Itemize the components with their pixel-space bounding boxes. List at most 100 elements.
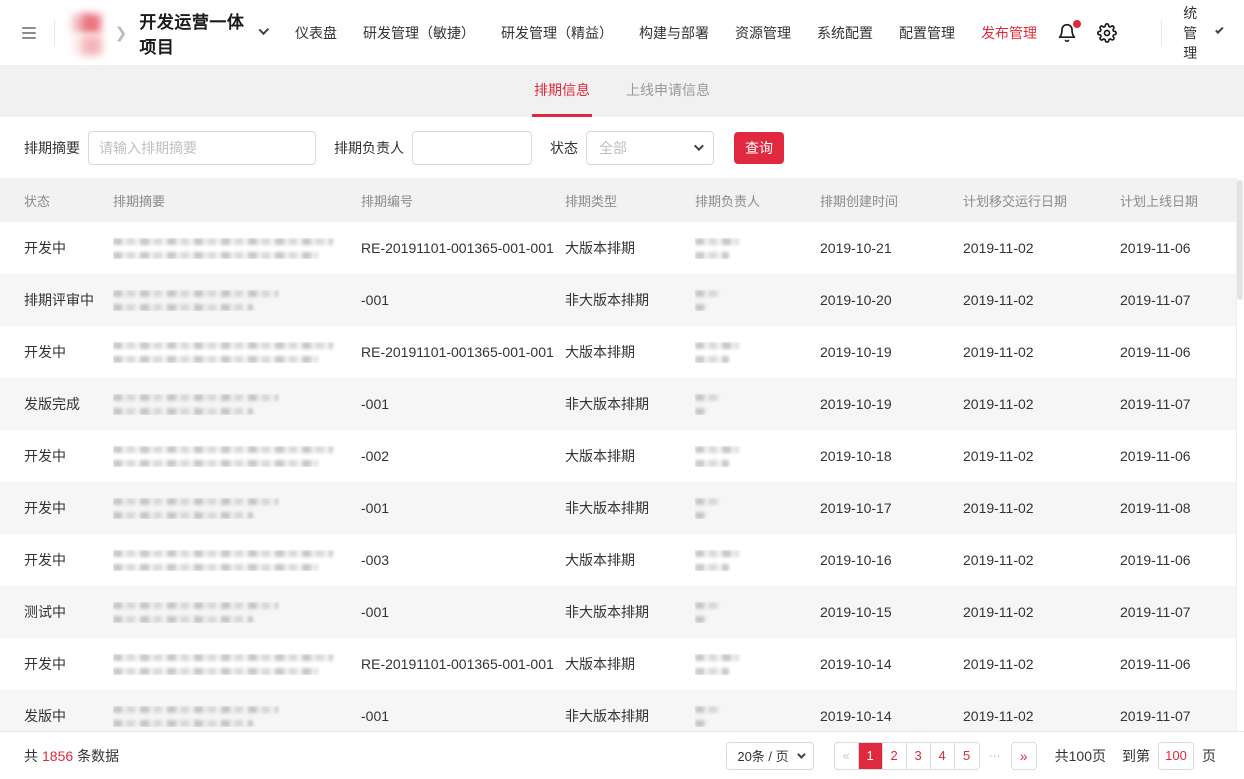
nav-system-config[interactable]: 系统配置 <box>817 23 873 43</box>
table-row[interactable]: 开发中 RE-20191101-001365-001-001 大版本排期 201… <box>0 222 1244 274</box>
row-created-date: 2019-10-15 <box>820 604 963 620</box>
row-created-date: 2019-10-17 <box>820 500 963 516</box>
col-created: 排期创建时间 <box>820 191 963 210</box>
nav-release-mgmt[interactable]: 发布管理 <box>981 23 1037 43</box>
status-select[interactable]: 全部 <box>586 131 714 165</box>
row-status: 开发中 <box>24 238 113 258</box>
user-chevron-down-icon <box>1215 25 1223 33</box>
table-body: 开发中 RE-20191101-001365-001-001 大版本排期 201… <box>0 222 1244 731</box>
row-summary-redacted <box>113 654 361 675</box>
project-chevron-down-icon[interactable] <box>258 24 268 34</box>
row-owner-redacted <box>695 342 820 363</box>
nav-rd-lean[interactable]: 研发管理（精益） <box>501 23 613 43</box>
row-online-date: 2019-11-06 <box>1120 552 1244 568</box>
summary-filter-label: 排期摘要 <box>24 138 80 158</box>
page-size-select[interactable]: 20条 / 页 <box>726 742 813 770</box>
row-created-date: 2019-10-19 <box>820 396 963 412</box>
page-ellipsis: ⋯ <box>989 749 1002 763</box>
owner-filter-input[interactable] <box>412 131 532 165</box>
filter-bar: 排期摘要 排期负责人 状态 全部 查询 <box>0 117 1244 178</box>
nav-config-mgmt[interactable]: 配置管理 <box>899 23 955 43</box>
status-filter-label: 状态 <box>550 138 578 158</box>
row-owner-redacted <box>695 394 820 415</box>
schedule-table: 状态 排期摘要 排期编号 排期类型 排期负责人 排期创建时间 计划移交运行日期 … <box>0 178 1244 731</box>
status-select-value: 全部 <box>599 138 627 158</box>
row-code: RE-20191101-001365-001-001 <box>361 656 565 672</box>
owner-filter-label: 排期负责人 <box>334 138 404 158</box>
row-online-date: 2019-11-07 <box>1120 292 1244 308</box>
row-type: 大版本排期 <box>565 238 695 258</box>
row-type: 大版本排期 <box>565 654 695 674</box>
col-type: 排期类型 <box>565 191 695 210</box>
nav-build-deploy[interactable]: 构建与部署 <box>639 23 709 43</box>
jump-page-input[interactable] <box>1158 742 1194 770</box>
row-type: 大版本排期 <box>565 550 695 570</box>
row-handover-date: 2019-11-02 <box>963 656 1120 672</box>
col-status: 状态 <box>24 191 113 210</box>
project-title: 开发运营一体项目 <box>139 8 244 58</box>
nav-dashboard[interactable]: 仪表盘 <box>295 23 337 43</box>
total-count-text: 共1856条数据 <box>24 746 119 766</box>
row-summary-redacted <box>113 290 361 311</box>
row-summary-redacted <box>113 446 361 467</box>
breadcrumb-chevron-icon: ❯ <box>115 24 128 42</box>
table-row[interactable]: 发版完成 -001 非大版本排期 2019-10-19 2019-11-02 2… <box>0 378 1244 430</box>
page-button-3[interactable]: 3 <box>907 743 931 769</box>
pagination: 20条 / 页 « 1 2 3 4 5 ⋯ » 共100页 到第 页 <box>726 742 1216 770</box>
table-row[interactable]: 排期评审中 -001 非大版本排期 2019-10-20 2019-11-02 … <box>0 274 1244 326</box>
row-created-date: 2019-10-16 <box>820 552 963 568</box>
notification-bell-icon[interactable] <box>1057 23 1077 43</box>
table-row[interactable]: 开发中 -001 非大版本排期 2019-10-17 2019-11-02 20… <box>0 482 1244 534</box>
prev-page-button[interactable]: « <box>835 743 859 769</box>
row-created-date: 2019-10-19 <box>820 344 963 360</box>
table-row[interactable]: 开发中 RE-20191101-001365-001-001 大版本排期 201… <box>0 326 1244 378</box>
table-header-row: 状态 排期摘要 排期编号 排期类型 排期负责人 排期创建时间 计划移交运行日期 … <box>0 178 1244 222</box>
table-row[interactable]: 发版中 -001 非大版本排期 2019-10-14 2019-11-02 20… <box>0 690 1244 731</box>
row-handover-date: 2019-11-02 <box>963 604 1120 620</box>
row-code: RE-20191101-001365-001-001 <box>361 344 565 360</box>
tab-schedule-info[interactable]: 排期信息 <box>532 66 592 117</box>
gear-icon[interactable] <box>1097 23 1117 43</box>
row-handover-date: 2019-11-02 <box>963 448 1120 464</box>
page-button-4[interactable]: 4 <box>931 743 955 769</box>
nav-resource[interactable]: 资源管理 <box>735 23 791 43</box>
chevron-down-icon <box>694 141 704 151</box>
jump-prefix-label: 到第 <box>1122 746 1150 766</box>
row-online-date: 2019-11-07 <box>1120 604 1244 620</box>
row-status: 开发中 <box>24 550 113 570</box>
search-button[interactable]: 查询 <box>734 132 784 164</box>
row-summary-redacted <box>113 342 361 363</box>
table-row[interactable]: 测试中 -001 非大版本排期 2019-10-15 2019-11-02 20… <box>0 586 1244 638</box>
scrollbar[interactable] <box>1236 178 1244 731</box>
tab-online-apply-info[interactable]: 上线申请信息 <box>624 66 712 117</box>
row-handover-date: 2019-11-02 <box>963 396 1120 412</box>
jump-suffix-label: 页 <box>1202 746 1216 766</box>
scrollbar-thumb[interactable] <box>1237 180 1243 300</box>
footer-bar: 共1856条数据 20条 / 页 « 1 2 3 4 5 ⋯ » 共100页 到… <box>0 731 1244 779</box>
row-status: 开发中 <box>24 498 113 518</box>
table-row[interactable]: 开发中 -002 大版本排期 2019-10-18 2019-11-02 201… <box>0 430 1244 482</box>
page-button-5[interactable]: 5 <box>955 743 979 769</box>
col-online-date: 计划上线日期 <box>1120 191 1244 210</box>
col-owner: 排期负责人 <box>695 191 820 210</box>
page-button-1[interactable]: 1 <box>859 743 883 769</box>
row-type: 非大版本排期 <box>565 290 695 310</box>
row-owner-redacted <box>695 238 820 259</box>
app-logo[interactable] <box>72 14 101 52</box>
row-status: 排期评审中 <box>24 290 113 310</box>
row-code: -002 <box>361 448 565 464</box>
row-owner-redacted <box>695 654 820 675</box>
summary-filter-input[interactable] <box>88 131 316 165</box>
row-created-date: 2019-10-20 <box>820 292 963 308</box>
row-type: 大版本排期 <box>565 342 695 362</box>
row-handover-date: 2019-11-02 <box>963 292 1120 308</box>
row-status: 开发中 <box>24 342 113 362</box>
next-page-button[interactable]: » <box>1011 742 1037 770</box>
row-owner-redacted <box>695 550 820 571</box>
page-button-2[interactable]: 2 <box>883 743 907 769</box>
nav-rd-agile[interactable]: 研发管理（敏捷） <box>363 23 475 43</box>
menu-icon[interactable] <box>22 27 36 39</box>
table-row[interactable]: 开发中 -003 大版本排期 2019-10-16 2019-11-02 201… <box>0 534 1244 586</box>
row-summary-redacted <box>113 602 361 623</box>
table-row[interactable]: 开发中 RE-20191101-001365-001-001 大版本排期 201… <box>0 638 1244 690</box>
